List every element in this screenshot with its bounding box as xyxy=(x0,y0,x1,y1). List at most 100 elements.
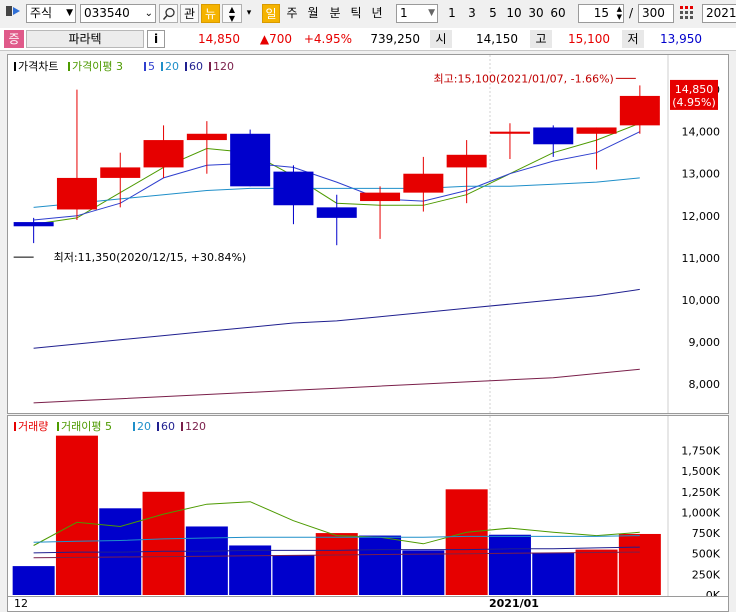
volume-tick-label: 1,500K xyxy=(681,465,720,478)
quick-3[interactable]: 3 xyxy=(464,4,480,23)
grid-settings-button[interactable] xyxy=(676,4,698,23)
volume-tick-label: 1,750K xyxy=(681,445,720,458)
code-value: 033540 xyxy=(84,6,130,20)
candle-body xyxy=(619,95,660,126)
stock-name[interactable]: 파라텍 xyxy=(26,30,144,48)
price-chart[interactable]: 8,000 9,000 10,000 11,000 12,000 13,000 14,000… xyxy=(8,55,728,413)
low-annotation: 최저:11,350(2020/12/15, +30.84%) xyxy=(54,251,247,264)
volume-tick-label: 500K xyxy=(692,548,721,561)
volume-bar xyxy=(315,533,358,595)
period-year[interactable]: 년 xyxy=(368,4,386,23)
volume-bar xyxy=(618,533,661,595)
period-tick[interactable]: 틱 xyxy=(347,4,365,23)
price-legend-item: 가격차트 xyxy=(18,60,58,73)
chevron-down-icon: ▼ xyxy=(428,8,435,18)
period-week[interactable]: 주 xyxy=(283,4,301,23)
date-value: 2021/ xyxy=(706,6,736,20)
volume-legend-item: 거래이평 5 xyxy=(61,420,112,433)
gwan-button[interactable]: 관 xyxy=(180,4,199,23)
high-value: 15,100 xyxy=(568,32,610,46)
updown-stepper[interactable]: ▲ ▼ xyxy=(222,4,242,23)
volume-chart[interactable]: 0K 250K 500K 750K 1,000K 1,250K 1,500K 1,750K 거래… xyxy=(8,416,728,596)
volume-bar xyxy=(12,566,55,595)
info-bar: 증 파라텍 i 14,850 ▲700 +4.95% 739,250 시 14,… xyxy=(0,28,736,51)
stepper-arrows-icon: ▲ ▼ xyxy=(616,5,622,21)
candle-body xyxy=(186,133,227,141)
open-label: 시 xyxy=(430,30,452,48)
interval-value: 1 xyxy=(400,6,408,20)
date-input[interactable]: 2021/ xyxy=(702,4,736,23)
ma-line-60 xyxy=(33,288,640,349)
volume-chart-pane[interactable]: 0K 250K 500K 750K 1,000K 1,250K 1,500K 1,750K 거래… xyxy=(7,415,729,597)
volume-tick-label: 1,000K xyxy=(681,506,720,519)
volume-tick-label: 250K xyxy=(692,568,721,581)
grid-settings-icon xyxy=(680,6,693,19)
price-tick-label: 11,000 xyxy=(682,252,721,265)
legend-marker xyxy=(57,422,59,431)
quick-10[interactable]: 10 xyxy=(504,4,524,23)
ma-line-120 xyxy=(33,368,640,404)
high-annotation: 최고:15,100(2021/01/07, -1.66%) xyxy=(434,72,614,85)
price-tick-label: 10,000 xyxy=(682,294,721,307)
price-tick-label: 12,000 xyxy=(682,210,721,223)
price-chart-pane[interactable]: 8,000 9,000 10,000 11,000 12,000 13,000 14,000… xyxy=(7,54,729,414)
search-icon xyxy=(162,7,175,20)
price-tick-label: 13,000 xyxy=(682,168,721,181)
price-tick-label: 9,000 xyxy=(689,336,721,349)
high-label: 고 xyxy=(530,30,552,48)
chevron-down-icon: ⌄ xyxy=(144,8,153,19)
price-legend-item: 20 xyxy=(165,60,179,73)
legend-marker xyxy=(157,422,159,431)
volume-tick-label: 0K xyxy=(706,589,721,596)
candle-body xyxy=(576,127,617,134)
quick-30[interactable]: 30 xyxy=(526,4,546,23)
candle-body xyxy=(360,192,401,202)
total-value: 300 xyxy=(642,6,665,20)
legend-marker xyxy=(144,62,146,71)
legend-marker xyxy=(133,422,135,431)
candle-body xyxy=(13,222,54,227)
change-value: ▲700 xyxy=(259,32,292,46)
price-tick-label: 14,000 xyxy=(682,126,721,139)
total-input[interactable]: 300 xyxy=(638,4,674,23)
chevron-down-icon: ▼ xyxy=(66,8,73,18)
new-button[interactable]: 뉴 xyxy=(201,4,220,23)
volume-bar xyxy=(185,526,228,595)
toolbar: 주식 ▼ 033540 ⌄ 관 뉴 ▲ ▼ ▾ 일 주 월 분 틱 년 1 ▼ 1 3 … xyxy=(0,0,736,29)
menu-arrow-icon[interactable] xyxy=(4,4,24,23)
price-legend-item: 가격이평 3 xyxy=(72,60,123,73)
candle-body xyxy=(273,171,314,206)
info-button[interactable]: i xyxy=(147,30,165,48)
period-month[interactable]: 월 xyxy=(304,4,322,23)
quick-60[interactable]: 60 xyxy=(548,4,568,23)
legend-marker xyxy=(161,62,163,71)
volume-value: 739,250 xyxy=(370,32,420,46)
volume-bar xyxy=(402,550,445,595)
candle-body xyxy=(100,167,141,178)
market-select[interactable]: 주식 ▼ xyxy=(26,4,76,23)
count-stepper[interactable]: 15 ▲ ▼ xyxy=(578,4,624,23)
period-day[interactable]: 일 xyxy=(262,4,280,23)
count-value: 15 xyxy=(593,6,609,20)
volume-bar xyxy=(229,545,272,595)
search-button[interactable] xyxy=(159,4,178,23)
volume-bar xyxy=(55,435,98,595)
market-badge: 증 xyxy=(4,30,24,48)
period-minute[interactable]: 분 xyxy=(326,4,344,23)
candle-body xyxy=(533,127,574,145)
interval-select[interactable]: 1 ▼ xyxy=(396,4,438,23)
candle-body xyxy=(446,154,487,168)
change-percent: +4.95% xyxy=(303,32,352,46)
code-input[interactable]: 033540 ⌄ xyxy=(80,4,156,23)
x-label-dec: 12 xyxy=(14,597,28,610)
volume-bar xyxy=(445,489,488,595)
quick-1[interactable]: 1 xyxy=(444,4,460,23)
open-value: 14,150 xyxy=(476,32,518,46)
candle-body xyxy=(316,207,357,218)
volume-bar xyxy=(532,552,575,595)
quick-5[interactable]: 5 xyxy=(485,4,501,23)
x-axis: 12 2021/01 xyxy=(7,597,729,612)
volume-bar xyxy=(142,491,185,595)
price-legend-item: 5 xyxy=(148,60,155,73)
price-legend-item: 60 xyxy=(189,60,203,73)
